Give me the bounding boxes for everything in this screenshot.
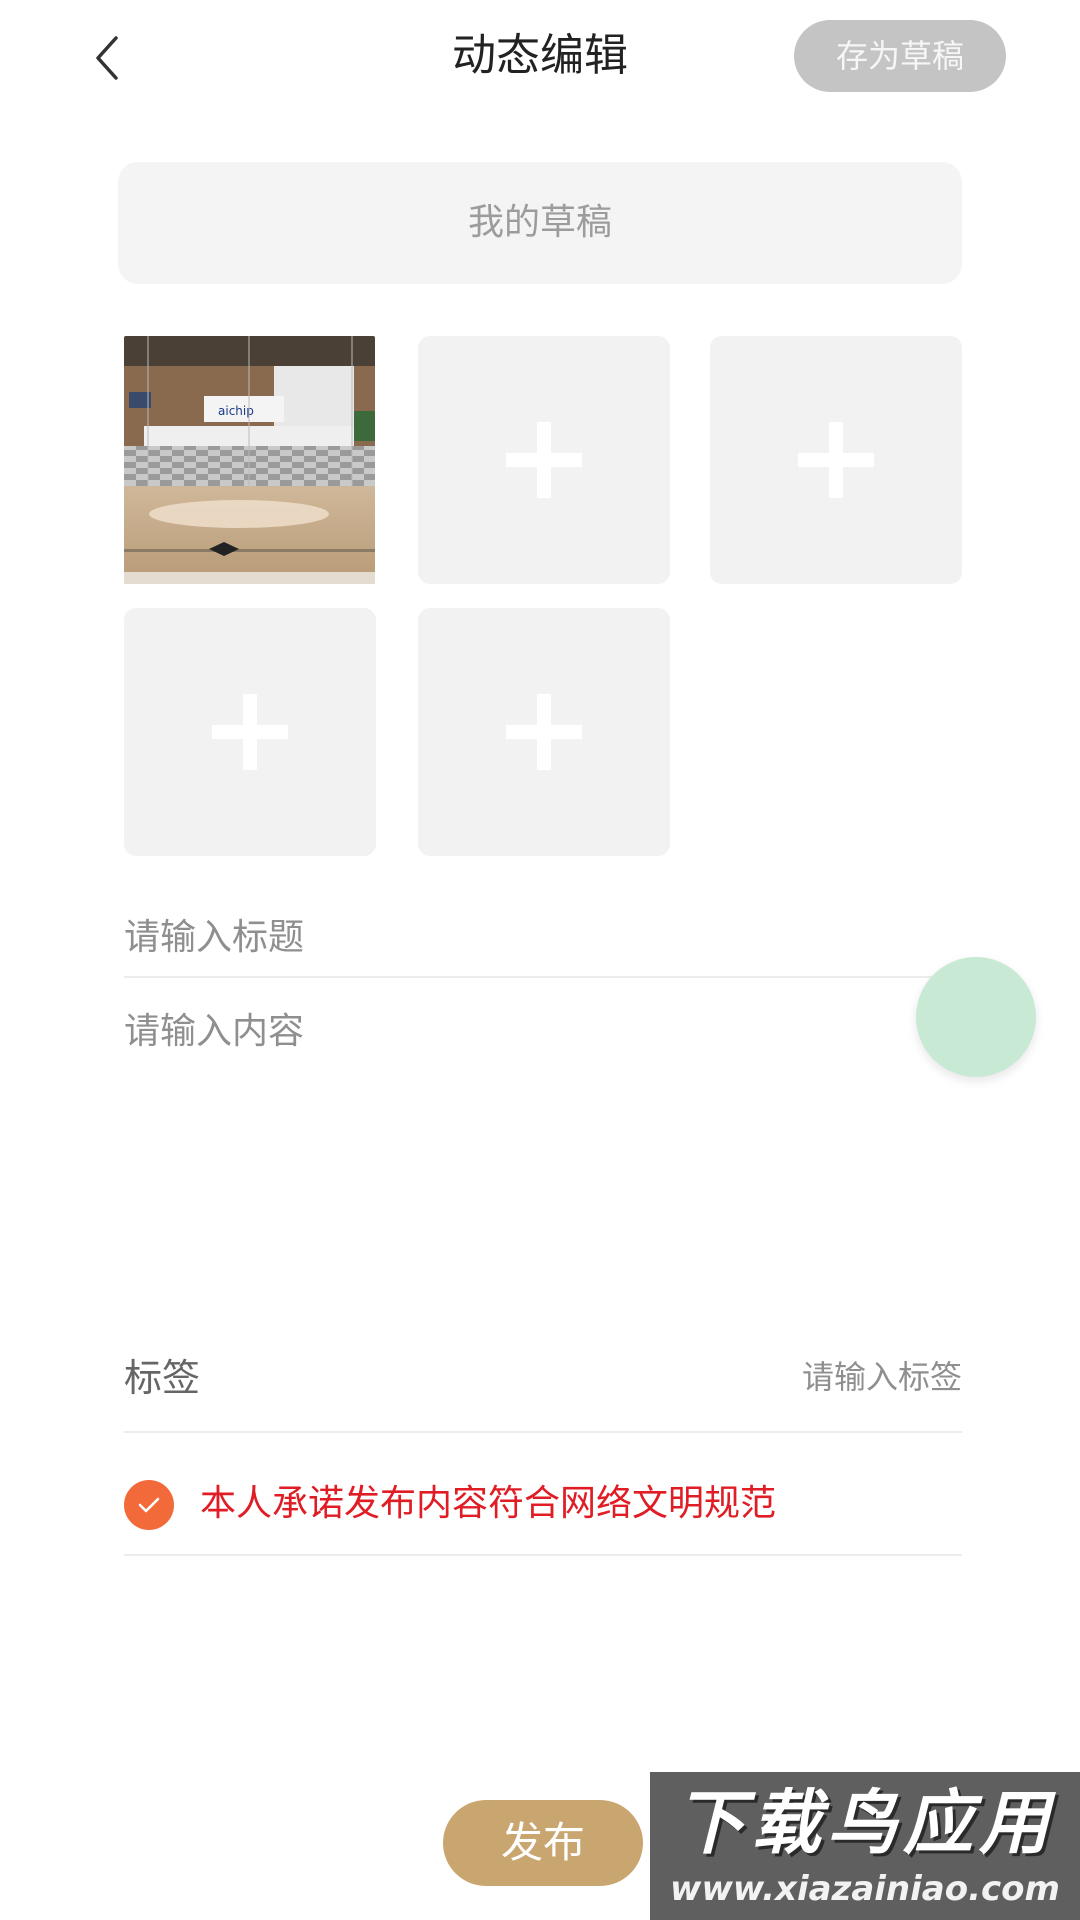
- uploaded-photo-thumbnail[interactable]: aichip: [124, 336, 375, 584]
- add-photo-button[interactable]: [418, 608, 670, 856]
- photo-image: aichip: [124, 336, 375, 584]
- floating-action-circle[interactable]: [916, 957, 1036, 1077]
- watermark-url: www.xiazainiao.com: [670, 1869, 1060, 1909]
- add-photo-button[interactable]: [710, 336, 962, 584]
- my-drafts-button[interactable]: 我的草稿: [118, 162, 962, 284]
- add-photo-button[interactable]: [418, 336, 670, 584]
- watermark-title: 下载鸟应用: [675, 1782, 1055, 1864]
- content-input[interactable]: [124, 1002, 914, 1302]
- tags-label: 标签: [124, 1356, 201, 1400]
- plus-icon: [506, 694, 582, 770]
- agreement-text: 本人承诺发布内容符合网络文明规范: [200, 1483, 777, 1524]
- plus-icon: [798, 422, 874, 498]
- watermark-logo: 下载鸟应用 www.xiazainiao.com: [650, 1772, 1080, 1920]
- tags-input[interactable]: [602, 1349, 962, 1405]
- agreement-row: 本人承诺发布内容符合网络文明规范: [124, 1456, 962, 1556]
- add-photo-button[interactable]: [124, 608, 376, 856]
- agreement-checkbox[interactable]: [124, 1480, 174, 1530]
- title-input[interactable]: [124, 898, 962, 978]
- sign-text: aichip: [218, 404, 254, 418]
- tags-row: 标签: [124, 1335, 962, 1433]
- plus-icon: [212, 694, 288, 770]
- checkmark-icon: [138, 1497, 160, 1513]
- publish-button[interactable]: 发布: [443, 1800, 643, 1886]
- plus-icon: [506, 422, 582, 498]
- save-draft-button[interactable]: 存为草稿: [794, 20, 1006, 92]
